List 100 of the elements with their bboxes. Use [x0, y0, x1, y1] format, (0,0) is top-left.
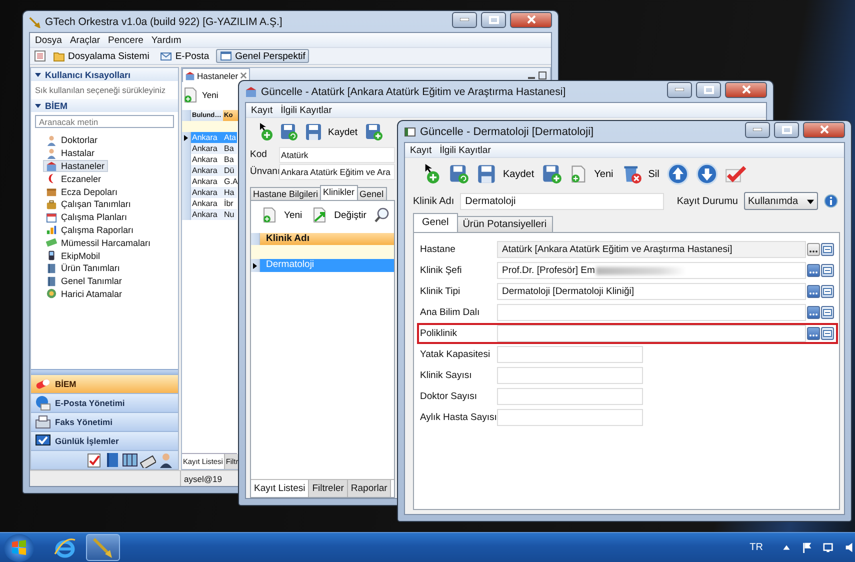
search-button[interactable]: [373, 206, 392, 224]
number-field[interactable]: [497, 367, 643, 384]
number-field[interactable]: [497, 388, 643, 405]
save-new-button[interactable]: [364, 122, 384, 142]
lookup-field[interactable]: Atatürk [Ankara Atatürk Eğitim ve Araştırma Hastanesi]: [497, 241, 806, 258]
info-icon[interactable]: [824, 194, 838, 208]
number-field[interactable]: [497, 346, 643, 363]
close-icon[interactable]: [240, 72, 248, 79]
close-button[interactable]: [725, 82, 767, 98]
menu-item[interactable]: İlgili Kayıtlar: [280, 104, 332, 116]
navigation-bar[interactable]: Günlük İşlemler: [31, 431, 178, 450]
table-row[interactable]: Ankara Dü: [182, 165, 237, 176]
navigation-bar[interactable]: Faks Yönetimi: [31, 412, 178, 431]
browse-button[interactable]: [807, 243, 820, 256]
tab[interactable]: Genel: [356, 187, 387, 200]
search-field[interactable]: Aranacak metin: [35, 115, 174, 128]
toolbar-button[interactable]: Dosyalama Sistemi: [49, 49, 154, 63]
detail-button[interactable]: [821, 243, 834, 256]
minimize-button[interactable]: [745, 122, 770, 138]
tree-item[interactable]: Mümessil Harcamaları: [43, 236, 154, 250]
table-row[interactable]: Ankara Nu: [182, 209, 237, 220]
move-up-button[interactable]: [666, 162, 690, 186]
cabinet-icon[interactable]: [122, 452, 138, 468]
language-indicator[interactable]: TR: [750, 542, 763, 553]
tree-item[interactable]: Hastalar: [43, 146, 98, 160]
clipboard-check-icon[interactable]: [86, 452, 102, 468]
tree-item[interactable]: Çalışma Raporları: [43, 224, 137, 236]
save-refresh-button[interactable]: [279, 122, 299, 142]
document-tab[interactable]: Hastaneler: [182, 68, 250, 82]
bottom-tab[interactable]: Filtreler: [309, 480, 348, 497]
move-down-button[interactable]: [695, 162, 720, 186]
splitter-grip[interactable]: [31, 369, 178, 374]
navigation-bar[interactable]: BİEM: [31, 374, 178, 393]
browse-button[interactable]: [807, 264, 820, 277]
tree-item[interactable]: Genel Tanımlar: [43, 274, 125, 288]
maximize-button[interactable]: [774, 122, 799, 138]
lookup-field[interactable]: [497, 304, 806, 321]
menu-item[interactable]: Araçlar: [70, 34, 100, 46]
menu-item[interactable]: Kayıt: [251, 104, 273, 116]
save-new-button[interactable]: [541, 163, 564, 185]
row-selector[interactable]: [251, 259, 260, 272]
speaker-icon[interactable]: [844, 542, 855, 553]
row-selector[interactable]: [182, 132, 191, 143]
tree-item[interactable]: Çalışma Planları: [43, 210, 130, 224]
network-icon[interactable]: [823, 542, 834, 553]
menu-item[interactable]: Kayıt: [410, 144, 432, 156]
menu-item[interactable]: İlgili Kayıtlar: [440, 144, 491, 156]
edit-button[interactable]: Değiştir: [309, 205, 370, 225]
tree-item[interactable]: Ecza Depoları: [43, 185, 121, 198]
lookup-field[interactable]: Prof.Dr. [Profesör] Em: [497, 262, 806, 279]
table-row[interactable]: Ankara Ba: [182, 143, 237, 154]
menu-item[interactable]: Yardım: [151, 34, 182, 46]
tab[interactable]: Ürün Potansiyelleri: [456, 216, 553, 232]
minimize-button[interactable]: [667, 82, 692, 98]
detail-button[interactable]: [821, 264, 834, 277]
tree-item[interactable]: Çalışan Tanımları: [43, 198, 134, 211]
save-button[interactable]: Kaydet: [475, 162, 536, 186]
close-button[interactable]: [803, 122, 845, 138]
trumpet-app-button[interactable]: [86, 534, 120, 561]
section-header[interactable]: Kullanıcı Kısayolları: [31, 68, 178, 81]
text-field[interactable]: Ankara Atatürk Eğitim ve Ara: [279, 164, 395, 180]
tree-item[interactable]: Hastaneler: [43, 160, 108, 172]
delete-button[interactable]: Sil: [620, 162, 662, 186]
toolbar-button[interactable]: E-Posta: [156, 49, 214, 63]
tab[interactable]: Genel: [413, 213, 458, 232]
start-button[interactable]: [4, 534, 34, 562]
flag-icon[interactable]: [802, 542, 813, 553]
browse-button[interactable]: [807, 306, 820, 319]
new-button[interactable]: Yeni: [182, 82, 220, 108]
table-row[interactable]: Ankara Ha: [182, 187, 237, 198]
maximize-button[interactable]: [481, 12, 506, 28]
tree-item[interactable]: EkipMobil: [43, 249, 104, 262]
minimize-button[interactable]: [452, 12, 477, 28]
save-button[interactable]: Kaydet: [302, 121, 361, 143]
save-refresh-button[interactable]: [448, 163, 470, 185]
tree-item[interactable]: Ürün Tanımları: [43, 262, 123, 275]
maximize-icon[interactable]: [538, 70, 547, 80]
menu-item[interactable]: Pencere: [108, 34, 144, 46]
text-field[interactable]: Atatürk: [279, 146, 395, 162]
browse-button[interactable]: [807, 285, 820, 298]
tree-item[interactable]: Doktorlar: [43, 134, 101, 147]
bottom-tab[interactable]: Raporlar: [348, 480, 392, 497]
detail-button[interactable]: [821, 306, 834, 319]
tree-item[interactable]: Eczaneler: [43, 172, 104, 186]
lookup-field[interactable]: [497, 325, 806, 342]
table-row[interactable]: Ankara G.A: [182, 176, 237, 187]
tab[interactable]: Klinikler: [320, 185, 358, 200]
scanner-icon[interactable]: [140, 452, 156, 468]
browse-button[interactable]: [807, 327, 820, 340]
navigation-bar[interactable]: E-Posta Yönetimi: [31, 393, 178, 412]
person-icon[interactable]: [158, 452, 174, 468]
maximize-button[interactable]: [696, 82, 721, 98]
section-header[interactable]: BİEM: [31, 99, 178, 112]
detail-button[interactable]: [821, 327, 834, 340]
new-button[interactable]: Yeni: [259, 205, 306, 225]
book-icon[interactable]: [104, 452, 120, 468]
menu-item[interactable]: Dosya: [35, 34, 62, 46]
number-field[interactable]: [497, 409, 643, 426]
close-button[interactable]: [510, 12, 552, 28]
lookup-field[interactable]: Dermatoloji [Dermatoloji Kliniği]: [497, 283, 806, 300]
